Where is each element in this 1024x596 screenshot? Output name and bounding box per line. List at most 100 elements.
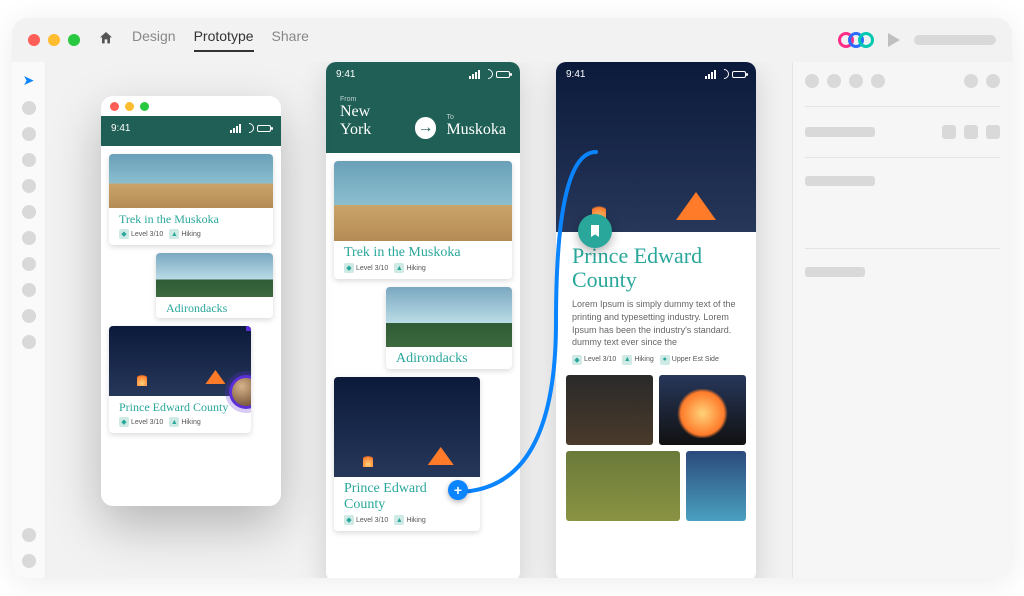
battery-icon [257,125,271,132]
level-badge: Level 3/10 [131,419,163,426]
rail-slot[interactable] [22,309,36,323]
battery-icon [496,71,510,78]
rail-slot[interactable] [22,179,36,193]
signal-icon [705,70,716,79]
artboard-detail[interactable]: 9:41 Prince Edward County Lorem Ipsum is… [556,62,756,578]
panel-slot[interactable] [849,74,863,88]
detail-body: Lorem Ipsum is simply dummy text of the … [556,298,756,354]
battery-icon [732,71,746,78]
gallery-image[interactable] [686,451,746,521]
close-icon[interactable] [110,102,119,111]
minimize-window-button[interactable] [48,34,60,46]
panel-slot[interactable] [805,267,865,277]
wifi-icon [242,121,256,135]
route-header: From New York → To Muskoka [326,86,520,153]
trip-card[interactable]: Trek in the Muskoka ◆Level 3/10 ▲Hiking [109,154,273,245]
trip-title: Adirondacks [156,297,273,318]
trip-title: Trek in the Muskoka [334,241,512,263]
tag-badge: Hiking [634,356,653,363]
status-bar: 9:41 [101,116,281,140]
panel-slot[interactable] [827,74,841,88]
panel-slot[interactable] [986,125,1000,139]
panel-slot[interactable] [986,74,1000,88]
panel-slot[interactable] [964,125,978,139]
wifi-icon [717,67,731,81]
tab-prototype[interactable]: Prototype [194,28,254,52]
zoom-window-button[interactable] [68,34,80,46]
from-label: From [340,96,405,103]
app-window: Design Prototype Share ➤ [12,18,1012,578]
panel-slot[interactable] [805,176,875,186]
status-time: 9:41 [336,69,355,80]
panel-slot[interactable] [964,74,978,88]
trip-card[interactable]: Prince Edward County ◆Level 3/10 ▲Hiking [109,326,251,433]
panel-row [805,74,1000,88]
swap-route-icon[interactable]: → [415,117,437,139]
artboard-list[interactable]: 9:41 From New York → To Muskok [326,62,520,578]
status-bar: 9:41 [556,62,756,86]
trip-card-pec[interactable]: Prince Edward County ◆Level 3/10 ▲Hiking [334,377,480,531]
trip-card[interactable]: Adirondacks [156,253,273,318]
rail-slot[interactable] [22,528,36,542]
gallery-image[interactable] [566,451,680,521]
left-tool-rail: ➤ [12,62,46,578]
tab-design[interactable]: Design [132,28,176,52]
properties-panel [792,62,1012,578]
battery-icon [254,71,268,78]
panel-slot[interactable] [805,127,875,137]
rail-slot[interactable] [22,257,36,271]
panel-slot[interactable] [871,74,885,88]
rail-slot[interactable] [22,335,36,349]
rail-slot[interactable] [22,283,36,297]
minimize-icon[interactable] [125,102,134,111]
tab-share[interactable]: Share [272,28,309,52]
bookmark-button[interactable] [578,214,612,248]
signal-icon [227,70,238,79]
preview-play-button[interactable] [888,33,900,47]
preview-titlebar [101,96,281,116]
home-icon[interactable] [98,30,114,51]
selection-handle[interactable] [246,326,251,331]
gallery-image[interactable] [659,375,746,445]
extra-badge: Upper Est Side [672,356,719,363]
titlebar: Design Prototype Share [12,18,1012,62]
mode-tabs: Design Prototype Share [132,28,309,52]
level-badge: Level 3/10 [356,517,388,524]
level-badge: Level 3/10 [356,265,388,272]
add-interaction-handle[interactable]: + [448,480,468,500]
status-bar: 9:41 [326,62,520,86]
select-tool-icon[interactable]: ➤ [23,72,35,89]
trip-card[interactable]: Adirondacks [386,287,512,369]
trip-title: Trek in the Muskoka [109,208,273,229]
zoom-icon[interactable] [140,102,149,111]
rail-slot[interactable] [22,101,36,115]
placeholder-pill [914,35,996,45]
rail-slot[interactable] [22,127,36,141]
rail-slot[interactable] [22,554,36,568]
wifi-icon [481,67,495,81]
rail-slot[interactable] [22,231,36,245]
to-label: To [446,114,506,121]
to-value: Muskoka [446,121,506,139]
tag-badge: Hiking [406,265,425,272]
floating-preview-window[interactable]: 9:41 Trek in the Muskoka ◆Level 3/10 ▲Hi… [101,96,281,506]
trip-card[interactable]: Trek in the Muskoka ◆Level 3/10 ▲Hiking [334,161,512,279]
status-time: 9:41 [566,69,585,80]
gallery-image[interactable] [566,375,653,445]
panel-slot[interactable] [805,74,819,88]
status-bar: 9:41 [84,62,278,86]
rail-slot[interactable] [22,153,36,167]
close-window-button[interactable] [28,34,40,46]
status-time: 9:41 [94,69,113,80]
level-badge: Level 3/10 [584,356,616,363]
panel-slot[interactable] [942,125,956,139]
rail-slot[interactable] [22,205,36,219]
wifi-icon [239,67,253,81]
detail-hero [556,62,756,232]
design-canvas[interactable]: 9:41 From New York → To Muskok [46,62,792,578]
trip-title: Adirondacks [386,347,512,369]
detail-gallery [556,375,756,531]
tag-badge: Hiking [181,419,200,426]
panel-row [805,125,1000,139]
signal-icon [469,70,480,79]
